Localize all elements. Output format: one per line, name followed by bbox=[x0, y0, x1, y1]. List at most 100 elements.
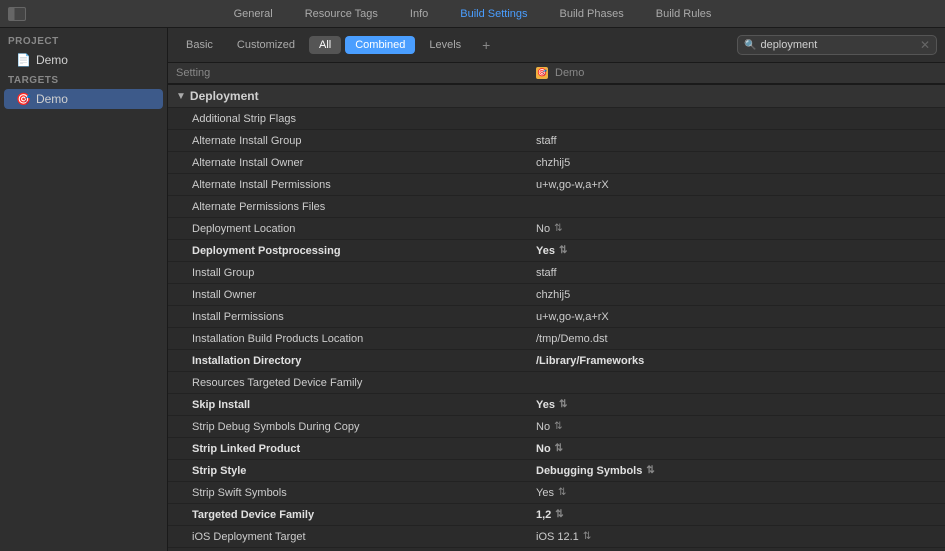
top-bar: General Resource Tags Info Build Setting… bbox=[0, 0, 945, 28]
row-value: /tmp/Demo.dst bbox=[536, 333, 937, 345]
row-value-text: No bbox=[536, 223, 550, 235]
row-setting: Strip Swift Symbols bbox=[176, 487, 536, 499]
row-setting: iOS Deployment Target bbox=[176, 531, 536, 543]
stepper-icon[interactable]: ⇅ bbox=[554, 421, 562, 432]
table-row[interactable]: Strip Linked Product No ⇅ bbox=[168, 438, 945, 460]
row-value-text: Yes bbox=[536, 399, 555, 411]
tab-resource-tags[interactable]: Resource Tags bbox=[289, 4, 394, 24]
target-icon: 🎯 bbox=[16, 92, 31, 106]
row-setting: Targeted Device Family bbox=[176, 509, 536, 521]
stepper-icon[interactable]: ⇅ bbox=[559, 245, 567, 256]
row-setting: Alternate Install Owner bbox=[176, 157, 536, 169]
table-row[interactable]: Alternate Install Owner chzhij5 bbox=[168, 152, 945, 174]
stepper-icon[interactable]: ⇅ bbox=[558, 487, 566, 498]
sidebar-toggle-button[interactable] bbox=[8, 7, 26, 21]
sidebar-item-project-demo[interactable]: 📄 Demo bbox=[4, 50, 163, 70]
row-value: No ⇅ bbox=[536, 443, 937, 455]
row-value: No ⇅ bbox=[536, 421, 937, 433]
row-setting: Strip Linked Product bbox=[176, 443, 536, 455]
table-row[interactable]: Install Owner chzhij5 bbox=[168, 284, 945, 306]
section-collapse-icon[interactable]: ▼ bbox=[176, 91, 186, 102]
stepper-icon[interactable]: ⇅ bbox=[559, 399, 567, 410]
row-setting: Installation Directory bbox=[176, 355, 536, 367]
row-setting: Alternate Install Permissions bbox=[176, 179, 536, 191]
header-target-name: Demo bbox=[555, 67, 584, 79]
search-input[interactable] bbox=[760, 39, 915, 51]
search-box: 🔍 ✕ bbox=[737, 35, 937, 55]
search-icon: 🔍 bbox=[744, 40, 756, 51]
sidebar-toggle-area[interactable] bbox=[8, 7, 26, 21]
table-row[interactable]: iOS Deployment Target iOS 12.1 ⇅ bbox=[168, 526, 945, 548]
table-row[interactable]: Install Permissions u+w,go-w,a+rX bbox=[168, 306, 945, 328]
filter-tab-basic[interactable]: Basic bbox=[176, 36, 223, 54]
table-row[interactable]: Alternate Permissions Files bbox=[168, 196, 945, 218]
row-setting: Deployment Postprocessing bbox=[176, 245, 536, 257]
tab-build-phases[interactable]: Build Phases bbox=[544, 4, 640, 24]
row-setting: Additional Strip Flags bbox=[176, 113, 536, 125]
row-value: Debugging Symbols ⇅ bbox=[536, 465, 937, 477]
row-value: No ⇅ bbox=[536, 223, 937, 235]
row-value-text: Yes bbox=[536, 487, 554, 499]
row-setting: Install Owner bbox=[176, 289, 536, 301]
search-clear-button[interactable]: ✕ bbox=[920, 38, 930, 52]
filter-tab-combined[interactable]: Combined bbox=[345, 36, 415, 54]
row-value-text: Debugging Symbols bbox=[536, 465, 642, 477]
stepper-icon[interactable]: ⇅ bbox=[555, 509, 563, 520]
stepper-icon[interactable]: ⇅ bbox=[554, 223, 562, 234]
project-section-title: PROJECT bbox=[0, 32, 167, 49]
row-setting: Resources Targeted Device Family bbox=[176, 377, 536, 389]
stepper-icon[interactable]: ⇅ bbox=[583, 531, 591, 542]
row-value: chzhij5 bbox=[536, 289, 937, 301]
filter-tab-customized[interactable]: Customized bbox=[227, 36, 305, 54]
row-value-text: No bbox=[536, 421, 550, 433]
tab-build-settings[interactable]: Build Settings bbox=[444, 4, 543, 24]
table-row[interactable]: Deployment Location No ⇅ bbox=[168, 218, 945, 240]
filter-add-button[interactable]: + bbox=[475, 34, 497, 56]
table-row[interactable]: Targeted Device Family 1,2 ⇅ bbox=[168, 504, 945, 526]
row-value: Yes ⇅ bbox=[536, 245, 937, 257]
filter-tab-levels[interactable]: Levels bbox=[419, 36, 471, 54]
sidebar-item-target-label: Demo bbox=[36, 92, 68, 106]
table-row[interactable]: Strip Swift Symbols Yes ⇅ bbox=[168, 482, 945, 504]
row-setting: Deployment Location bbox=[176, 223, 536, 235]
row-setting: Installation Build Products Location bbox=[176, 333, 536, 345]
row-value: chzhij5 bbox=[536, 157, 937, 169]
table-row[interactable]: Alternate Install Group staff bbox=[168, 130, 945, 152]
stepper-icon[interactable]: ⇅ bbox=[646, 465, 654, 476]
row-setting: Alternate Install Group bbox=[176, 135, 536, 147]
row-value: Yes ⇅ bbox=[536, 487, 937, 499]
targets-section-title: TARGETS bbox=[0, 71, 167, 88]
table-row[interactable]: Strip Style Debugging Symbols ⇅ bbox=[168, 460, 945, 482]
row-setting: Skip Install bbox=[176, 399, 536, 411]
tab-general[interactable]: General bbox=[218, 4, 289, 24]
row-value: 1,2 ⇅ bbox=[536, 509, 937, 521]
table-row[interactable]: Install Group staff bbox=[168, 262, 945, 284]
row-value: Yes ⇅ bbox=[536, 399, 937, 411]
tab-info[interactable]: Info bbox=[394, 4, 444, 24]
row-setting: Strip Style bbox=[176, 465, 536, 477]
sidebar-item-target-demo[interactable]: 🎯 Demo bbox=[4, 89, 163, 109]
content-area: Basic Customized All Combined Levels + 🔍… bbox=[168, 28, 945, 551]
build-settings-table: Setting 🎯 Demo ▼ Deployment Additional S… bbox=[168, 63, 945, 551]
row-value: /Library/Frameworks bbox=[536, 355, 937, 367]
table-row[interactable]: Skip Install Yes ⇅ bbox=[168, 394, 945, 416]
sidebar: PROJECT 📄 Demo TARGETS 🎯 Demo bbox=[0, 28, 168, 551]
deployment-section-title: Deployment bbox=[190, 89, 259, 103]
stepper-icon[interactable]: ⇅ bbox=[555, 443, 563, 454]
tab-build-rules[interactable]: Build Rules bbox=[640, 4, 728, 24]
table-row[interactable]: Alternate Install Permissions u+w,go-w,a… bbox=[168, 174, 945, 196]
table-row[interactable]: Installation Build Products Location /tm… bbox=[168, 328, 945, 350]
table-row[interactable]: Additional Strip Flags bbox=[168, 108, 945, 130]
row-value: u+w,go-w,a+rX bbox=[536, 179, 937, 191]
row-setting: Strip Debug Symbols During Copy bbox=[176, 421, 536, 433]
top-tab-bar: General Resource Tags Info Build Setting… bbox=[218, 4, 728, 24]
table-row[interactable]: Strip Debug Symbols During Copy No ⇅ bbox=[168, 416, 945, 438]
table-row[interactable]: Installation Directory /Library/Framewor… bbox=[168, 350, 945, 372]
row-value: staff bbox=[536, 267, 937, 279]
table-row[interactable]: Deployment Postprocessing Yes ⇅ bbox=[168, 240, 945, 262]
table-row[interactable]: Resources Targeted Device Family bbox=[168, 372, 945, 394]
row-value: iOS 12.1 ⇅ bbox=[536, 531, 937, 543]
main-area: PROJECT 📄 Demo TARGETS 🎯 Demo Basic Cust… bbox=[0, 28, 945, 551]
row-value-text: Yes bbox=[536, 245, 555, 257]
filter-tab-all[interactable]: All bbox=[309, 36, 341, 54]
